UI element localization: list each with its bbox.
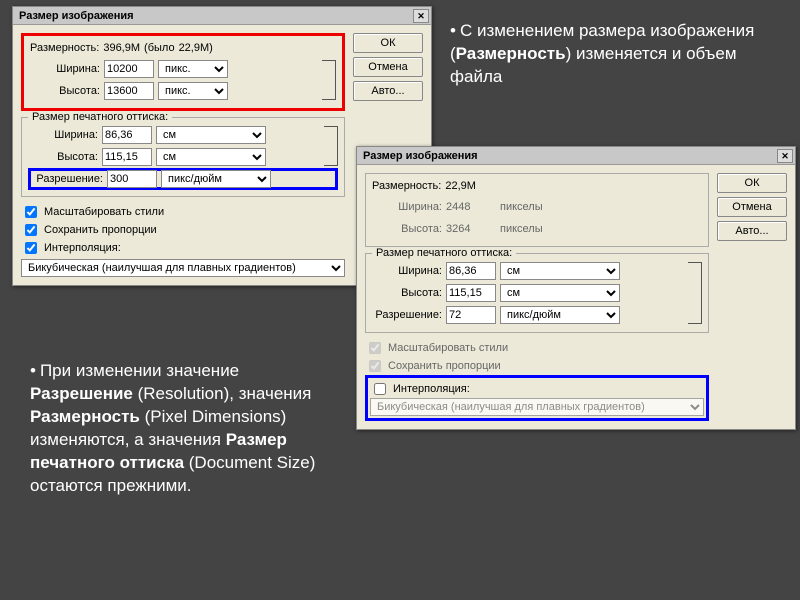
scale-styles-label: Масштабировать стили: [44, 206, 164, 218]
document-size-title: Размер печатного оттиска:: [372, 247, 516, 259]
close-icon[interactable]: ✕: [413, 9, 429, 23]
pixel-dimensions-group: Размерность: 22,9M Ширина: 2448 пикселы …: [365, 173, 709, 247]
doc-width-unit-select[interactable]: см: [156, 126, 266, 144]
titlebar: Размер изображения ✕: [357, 147, 795, 165]
width-unit: пикселы: [500, 201, 543, 213]
height-input[interactable]: [104, 82, 154, 100]
width-value: 2448: [446, 201, 496, 213]
auto-button[interactable]: Авто...: [353, 81, 423, 101]
doc-width-unit-select[interactable]: см: [500, 262, 620, 280]
resample-method-select: Бикубическая (наилучшая для плавных град…: [370, 398, 704, 416]
link-icon[interactable]: [322, 60, 336, 100]
size-current: 396,9M: [103, 42, 140, 54]
close-icon[interactable]: ✕: [777, 149, 793, 163]
size-was-prefix: (было: [144, 42, 175, 54]
width-label: Ширина:: [30, 63, 100, 75]
width-label: Ширина:: [372, 201, 442, 213]
width-unit-select[interactable]: пикс.: [158, 60, 228, 78]
height-label: Высота:: [30, 85, 100, 97]
caption-bottom-left: При изменении значение Разрешение (Resol…: [30, 360, 330, 498]
height-label: Высота:: [372, 223, 442, 235]
interpolation-highlight: Интерполяция: Бикубическая (наилучшая дл…: [365, 375, 709, 421]
constrain-checkbox[interactable]: [25, 224, 37, 236]
doc-height-input[interactable]: [446, 284, 496, 302]
constrain-label: Сохранить пропорции: [388, 360, 501, 372]
resolution-label: Разрешение:: [372, 309, 442, 321]
width-label: Ширина:: [28, 129, 98, 141]
resample-checkbox[interactable]: [374, 383, 386, 395]
pixel-dimensions-label: Размерность:: [30, 42, 99, 54]
resolution-input[interactable]: [107, 170, 157, 188]
height-unit-select[interactable]: пикс.: [158, 82, 228, 100]
size-current: 22,9M: [445, 180, 476, 192]
document-size-title: Размер печатного оттиска:: [28, 111, 172, 123]
ok-button[interactable]: ОК: [353, 33, 423, 53]
resolution-unit-select[interactable]: пикс/дюйм: [500, 306, 620, 324]
doc-height-input[interactable]: [102, 148, 152, 166]
height-unit: пикселы: [500, 223, 543, 235]
resolution-row: Разрешение: пикс/дюйм: [28, 168, 338, 190]
width-label: Ширина:: [372, 265, 442, 277]
scale-styles-label: Масштабировать стили: [388, 342, 508, 354]
resample-label: Интерполяция:: [393, 383, 470, 395]
doc-width-input[interactable]: [446, 262, 496, 280]
doc-height-unit-select[interactable]: см: [156, 148, 266, 166]
pixel-dimensions-group: Размерность: 396,9M (было 22,9M) Ширина:…: [21, 33, 345, 111]
resolution-input[interactable]: [446, 306, 496, 324]
resolution-unit-select[interactable]: пикс/дюйм: [161, 170, 271, 188]
auto-button[interactable]: Авто...: [717, 221, 787, 241]
image-size-dialog-2: Размер изображения ✕ Размерность: 22,9M …: [356, 146, 796, 430]
link-icon[interactable]: [688, 262, 702, 324]
height-label: Высота:: [372, 287, 442, 299]
link-icon[interactable]: [324, 126, 338, 166]
scale-styles-checkbox[interactable]: [25, 206, 37, 218]
constrain-label: Сохранить пропорции: [44, 224, 157, 236]
resolution-label: Разрешение:: [33, 173, 103, 185]
width-input[interactable]: [104, 60, 154, 78]
scale-styles-checkbox: [369, 342, 381, 354]
document-size-group: Размер печатного оттиска: Ширина: см Выс…: [365, 253, 709, 333]
height-value: 3264: [446, 223, 496, 235]
pixel-dimensions-label: Размерность:: [372, 180, 441, 192]
dialog-title: Размер изображения: [19, 10, 134, 22]
resample-checkbox[interactable]: [25, 242, 37, 254]
resample-method-select[interactable]: Бикубическая (наилучшая для плавных град…: [21, 259, 345, 277]
ok-button[interactable]: ОК: [717, 173, 787, 193]
resample-label: Интерполяция:: [44, 242, 121, 254]
size-was: 22,9M): [179, 42, 213, 54]
doc-width-input[interactable]: [102, 126, 152, 144]
document-size-group: Размер печатного оттиска: Ширина: см Выс…: [21, 117, 345, 197]
height-label: Высота:: [28, 151, 98, 163]
doc-height-unit-select[interactable]: см: [500, 284, 620, 302]
caption-top-right: С изменением размера изображения (Размер…: [450, 20, 780, 89]
constrain-checkbox: [369, 360, 381, 372]
cancel-button[interactable]: Отмена: [717, 197, 787, 217]
cancel-button[interactable]: Отмена: [353, 57, 423, 77]
titlebar: Размер изображения ✕: [13, 7, 431, 25]
dialog-title: Размер изображения: [363, 150, 478, 162]
